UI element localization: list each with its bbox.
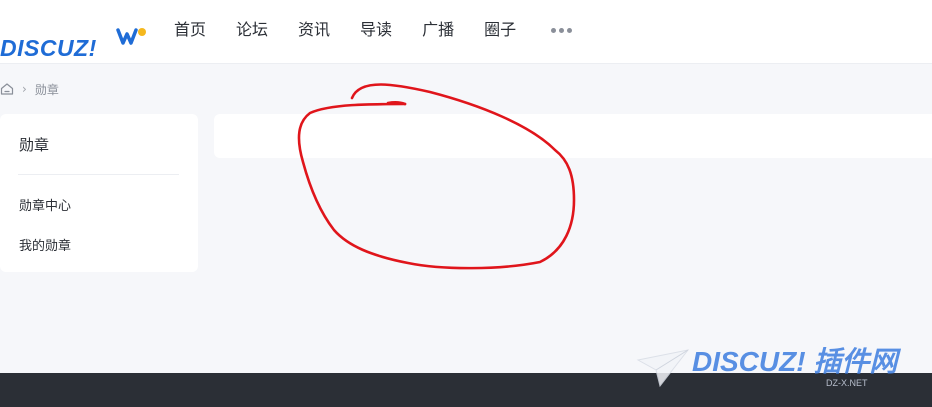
main-nav: 首页 论坛 资讯 导读 广播 圈子 <box>174 18 546 42</box>
more-dots-icon[interactable] <box>548 22 576 38</box>
sidebar-title: 勋章 <box>19 136 50 154</box>
nav-item-news[interactable]: 资讯 <box>298 18 330 42</box>
home-icon[interactable] <box>0 82 14 96</box>
watermark-subtext: DZ-X.NET <box>826 378 868 388</box>
logo-badge-icon <box>116 28 146 45</box>
main-content-panel <box>214 114 932 158</box>
watermark: DISCUZ! 插件网 DZ-X.NET <box>636 338 932 390</box>
breadcrumb-current[interactable]: 勋章 <box>35 81 59 98</box>
watermark-text: DISCUZ! 插件网 <box>692 346 898 377</box>
breadcrumb-separator: › <box>22 82 27 96</box>
nav-item-home[interactable]: 首页 <box>174 18 206 42</box>
top-header: DISCUZ! 首页 论坛 资讯 导读 广播 圈子 <box>0 0 932 64</box>
sidebar-divider <box>18 174 179 175</box>
nav-item-forum[interactable]: 论坛 <box>236 18 268 42</box>
sidebar-item-my-medals[interactable]: 我的勋章 <box>19 235 71 254</box>
nav-item-broadcast[interactable]: 广播 <box>422 18 454 42</box>
sidebar-item-medal-center[interactable]: 勋章中心 <box>19 195 71 214</box>
breadcrumb: › 勋章 <box>0 80 59 98</box>
nav-item-guide[interactable]: 导读 <box>360 18 392 42</box>
logo-text[interactable]: DISCUZ! <box>0 34 97 62</box>
nav-item-circle[interactable]: 圈子 <box>484 18 516 42</box>
paper-plane-icon <box>636 349 690 388</box>
